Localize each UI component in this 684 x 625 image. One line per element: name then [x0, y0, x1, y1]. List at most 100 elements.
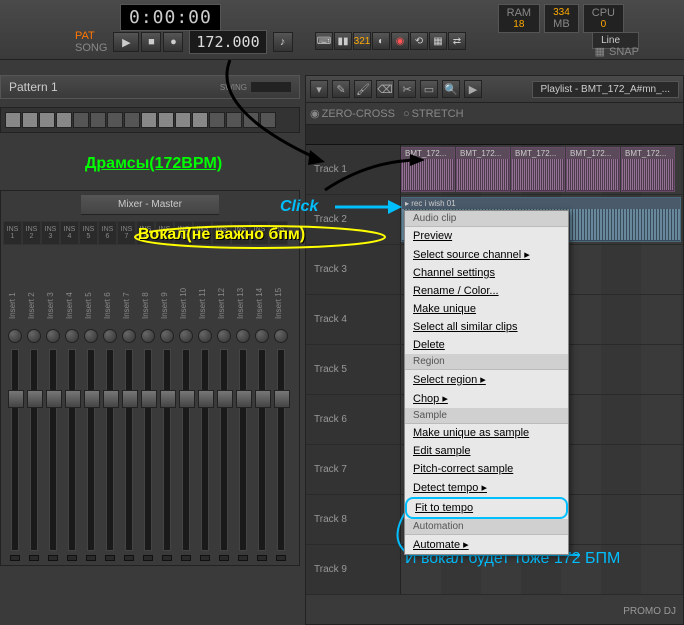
menu-make-unique[interactable]: Make unique [405, 300, 568, 318]
countdown-icon[interactable]: 321 [353, 32, 371, 50]
mixer-title[interactable]: Mixer - Master [81, 195, 219, 215]
menu-chop[interactable]: Chop ▸ [405, 389, 568, 408]
insert-col[interactable]: Insert 15 [269, 269, 288, 319]
insert-col[interactable]: Insert 14 [250, 269, 269, 319]
insert-col[interactable]: Insert 12 [212, 269, 231, 319]
step-sequencer[interactable] [0, 107, 300, 133]
track-label[interactable]: Track 2 [306, 195, 401, 244]
record-button[interactable]: ● [163, 32, 183, 52]
track-label[interactable]: Track 1 [306, 145, 401, 194]
fader[interactable] [214, 329, 233, 561]
pl-menu-icon[interactable]: ▾ [310, 80, 328, 98]
blend-rec-icon[interactable]: ◉ [391, 32, 409, 50]
tempo-display[interactable]: 172.000 [189, 30, 266, 54]
fader[interactable] [62, 329, 81, 561]
menu-preview[interactable]: Preview [405, 227, 568, 245]
play-button[interactable]: ▶ [113, 32, 139, 52]
insert-col[interactable]: Insert 10 [174, 269, 193, 319]
pl-play-icon[interactable]: ▶ [464, 80, 482, 98]
menu-detect-tempo[interactable]: Detect tempo ▸ [405, 478, 568, 497]
insert-col[interactable]: Insert 1 [3, 269, 22, 319]
menu-select-region[interactable]: Select region ▸ [405, 370, 568, 389]
menu-select-similar[interactable]: Select all similar clips [405, 318, 568, 336]
typing-kb-icon[interactable]: ⌨ [315, 32, 333, 50]
track-label[interactable]: Track 4 [306, 295, 401, 344]
pl-select-icon[interactable]: ▭ [420, 80, 438, 98]
track-label[interactable]: Track 5 [306, 345, 401, 394]
track-content[interactable]: BMT_172...BMT_172...BMT_172...BMT_172...… [401, 145, 683, 194]
menu-section-region: Region [405, 354, 568, 370]
pl-zoom-icon[interactable]: 🔍 [442, 80, 460, 98]
pl-erase-icon[interactable]: ⌫ [376, 80, 394, 98]
insert-col[interactable]: Insert 8 [136, 269, 155, 319]
fader[interactable] [119, 329, 138, 561]
time-display[interactable]: 0:00:00 [120, 4, 221, 31]
fader[interactable] [252, 329, 271, 561]
track-label[interactable]: Track 8 [306, 495, 401, 544]
track-label[interactable]: Track 6 [306, 395, 401, 444]
menu-edit-sample[interactable]: Edit sample [405, 442, 568, 460]
fader[interactable] [24, 329, 43, 561]
pl-brush-icon[interactable]: 🖌 [354, 80, 372, 98]
fader[interactable] [233, 329, 252, 561]
menu-channel-settings[interactable]: Channel settings [405, 264, 568, 282]
timeline-ruler[interactable] [306, 125, 683, 145]
step-icon[interactable]: ▦ [429, 32, 447, 50]
audio-clip[interactable]: BMT_172... [511, 147, 565, 192]
fader[interactable] [157, 329, 176, 561]
insert-col[interactable]: Insert 11 [193, 269, 212, 319]
insert-col[interactable]: Insert 5 [79, 269, 98, 319]
menu-delete[interactable]: Delete [405, 336, 568, 354]
scroll-icon[interactable]: ⇄ [448, 32, 466, 50]
insert-col[interactable]: Insert 3 [41, 269, 60, 319]
pat-song-toggle[interactable]: PAT SONG [75, 30, 107, 54]
audio-clip[interactable]: BMT_172... [401, 147, 455, 192]
fader[interactable] [176, 329, 195, 561]
menu-fit-to-tempo[interactable]: Fit to tempo [405, 497, 568, 519]
fader[interactable] [5, 329, 24, 561]
ins-label[interactable]: INS 7 [117, 221, 136, 245]
track-label[interactable]: Track 9 [306, 545, 401, 594]
swing-slider[interactable] [251, 82, 291, 92]
snap-label: ▦SNAP [595, 45, 639, 58]
menu-select-source[interactable]: Select source channel ▸ [405, 245, 568, 264]
track-label[interactable]: Track 3 [306, 245, 401, 294]
pl-cut-icon[interactable]: ✂ [398, 80, 416, 98]
fader[interactable] [100, 329, 119, 561]
loop-rec-icon[interactable]: ⟲ [410, 32, 428, 50]
playlist-title[interactable]: Playlist - BMT_172_A#mn_... [532, 81, 680, 98]
wait-icon[interactable]: ◐ [372, 32, 390, 50]
fader[interactable] [43, 329, 62, 561]
ins-label[interactable]: INS 3 [41, 221, 60, 245]
ins-label[interactable]: INS 1 [3, 221, 22, 245]
stretch-toggle[interactable]: ○STRETCH [403, 108, 464, 120]
fader[interactable] [195, 329, 214, 561]
menu-make-unique-sample[interactable]: Make unique as sample [405, 424, 568, 442]
menu-rename[interactable]: Rename / Color... [405, 282, 568, 300]
audio-clip[interactable]: BMT_172... [566, 147, 620, 192]
ins-label[interactable]: INS 2 [22, 221, 41, 245]
fader[interactable] [81, 329, 100, 561]
fader[interactable] [271, 329, 290, 561]
stop-button[interactable]: ■ [141, 32, 161, 52]
insert-col[interactable]: Insert 4 [60, 269, 79, 319]
insert-col[interactable]: Insert 9 [155, 269, 174, 319]
track-label[interactable]: Track 7 [306, 445, 401, 494]
ins-label[interactable]: INS 5 [79, 221, 98, 245]
audio-clip[interactable]: BMT_172... [456, 147, 510, 192]
ins-label[interactable]: INS 6 [98, 221, 117, 245]
menu-pitch-correct[interactable]: Pitch-correct sample [405, 460, 568, 478]
audio-clip[interactable]: BMT_172... [621, 147, 675, 192]
ins-label[interactable]: INS 4 [60, 221, 79, 245]
pl-draw-icon[interactable]: ✎ [332, 80, 350, 98]
tempo-tap[interactable]: ♪ [273, 32, 293, 52]
insert-col[interactable]: Insert 13 [231, 269, 250, 319]
menu-automate[interactable]: Automate ▸ [405, 535, 568, 554]
zerocross-toggle[interactable]: ◉ZERO-CROSS [310, 107, 395, 120]
insert-col[interactable]: Insert 6 [98, 269, 117, 319]
insert-col[interactable]: Insert 7 [117, 269, 136, 319]
fader[interactable] [138, 329, 157, 561]
pattern-title[interactable]: Pattern 1 [9, 80, 58, 94]
insert-col[interactable]: Insert 2 [22, 269, 41, 319]
metronome-icon[interactable]: ▮▮ [334, 32, 352, 50]
